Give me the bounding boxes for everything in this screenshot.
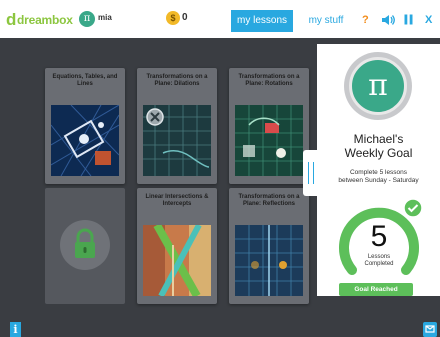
lesson-thumbnail	[51, 105, 119, 176]
feedback-icon[interactable]	[423, 322, 437, 337]
goal-title-line2: Weekly Goal	[344, 146, 413, 160]
pi-icon: π	[349, 57, 407, 115]
check-badge	[403, 198, 423, 218]
coin-icon: $	[166, 11, 180, 25]
lesson-card-rotations[interactable]: Transformations on a Plane: Rotations	[229, 68, 309, 184]
lock-icon	[75, 228, 95, 258]
lesson-card-intersections[interactable]: Linear Intersections & Intercepts	[137, 188, 217, 304]
lesson-thumbnail	[143, 225, 211, 296]
completed-label-line2: Completed	[364, 261, 393, 267]
handle-grip-icon	[308, 162, 314, 184]
close-icon[interactable]: X	[425, 14, 432, 26]
progress-gauge: 5 Lessons Completed	[339, 198, 423, 275]
completed-label-line1: Lessons	[368, 254, 390, 260]
lesson-card-title: Transformations on a Plane: Dilations	[146, 74, 208, 87]
username: mia	[98, 13, 112, 22]
lesson-card-title: Transformations on a Plane: Reflections	[238, 194, 300, 207]
info-icon[interactable]: i	[10, 322, 21, 337]
lesson-grid: Equations, Tables, and Lines Transformat…	[0, 38, 320, 337]
pause-icon[interactable]	[404, 14, 413, 29]
lesson-card-equations[interactable]: Equations, Tables, and Lines	[45, 68, 125, 184]
lesson-thumbnail	[235, 225, 303, 296]
weekly-goal-panel: π Michael's Weekly Goal Complete 5 lesso…	[317, 44, 440, 296]
logo-d-icon: d	[6, 10, 17, 29]
goal-title-line1: Michael's	[353, 132, 404, 146]
sound-icon[interactable]	[381, 14, 395, 30]
lesson-thumbnail	[143, 105, 211, 176]
lesson-card-locked	[45, 188, 125, 304]
goal-subtitle-line2: between Sunday - Saturday	[338, 177, 419, 184]
lesson-card-title: Linear Intersections & Intercepts	[145, 194, 209, 207]
help-icon[interactable]: ?	[362, 14, 369, 26]
goal-reached-button[interactable]: Goal Reached	[339, 283, 413, 296]
dreambox-logo[interactable]: d dreambox	[6, 11, 73, 29]
coin-count: 0	[182, 12, 188, 23]
goal-subtitle: Complete 5 lessons between Sunday - Satu…	[317, 169, 440, 185]
lesson-card-title: Transformations on a Plane: Rotations	[238, 74, 300, 87]
goal-subtitle-line1: Complete 5 lessons	[349, 169, 408, 176]
lock-circle	[60, 220, 110, 270]
lesson-thumbnail	[235, 105, 303, 176]
tab-my-lessons[interactable]: my lessons	[231, 10, 293, 32]
lesson-card-dilations[interactable]: Transformations on a Plane: Dilations	[137, 68, 217, 184]
top-bar: d dreambox π mia $ 0 my lessons my stuff…	[0, 0, 440, 38]
lessons-completed-count: 5	[371, 220, 388, 253]
lesson-card-reflections[interactable]: Transformations on a Plane: Reflections	[229, 188, 309, 304]
goal-title: Michael's Weekly Goal	[317, 132, 440, 160]
lesson-card-title: Equations, Tables, and Lines	[52, 74, 118, 87]
tab-my-stuff[interactable]: my stuff	[302, 10, 350, 32]
logo-text: dreambox	[17, 13, 73, 27]
avatar[interactable]: π	[79, 11, 95, 27]
pi-badge: π	[344, 52, 412, 120]
